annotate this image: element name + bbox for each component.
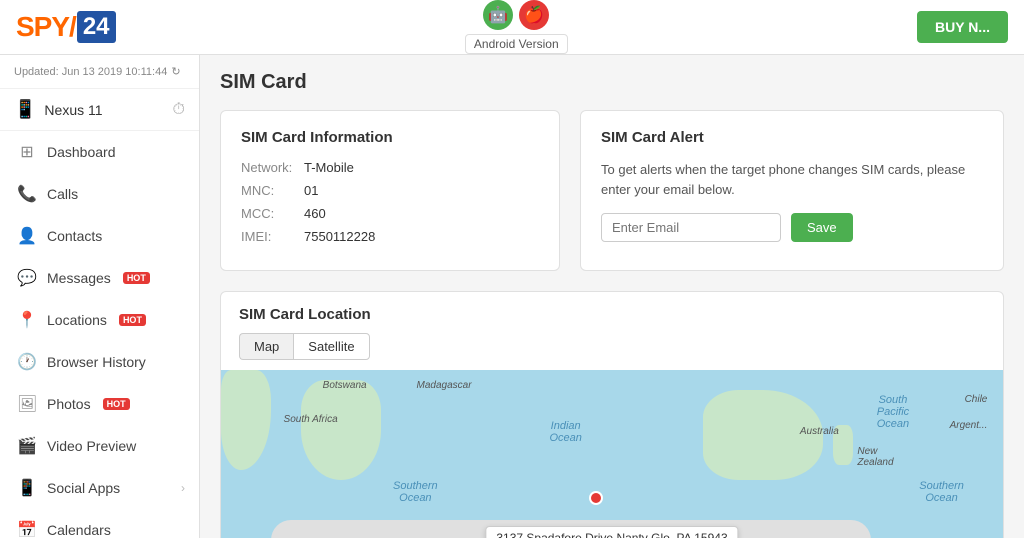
main-layout: Updated: Jun 13 2019 10:11:44 ↻ 📱 Nexus …: [0, 55, 1024, 538]
sim-info-network: Network: T-Mobile: [241, 160, 539, 175]
sim-alert-card-title: SIM Card Alert: [601, 129, 983, 146]
photos-icon: 🖼: [17, 394, 37, 414]
sidebar-item-video-preview[interactable]: 🎬 Video Preview: [0, 425, 199, 467]
argentina-text-label: Argent...: [950, 420, 988, 431]
buy-now-button[interactable]: BUY N...: [917, 11, 1008, 43]
sidebar-item-label: Social Apps: [47, 480, 120, 496]
device-row: 📱 Nexus 11 ⏱: [0, 89, 199, 131]
refresh-icon[interactable]: ↻: [171, 65, 180, 78]
sidebar-item-messages[interactable]: 💬 Messages HOT: [0, 257, 199, 299]
sidebar-header: Updated: Jun 13 2019 10:11:44 ↻: [0, 55, 199, 89]
southern-ocean-label-right: SouthernOcean: [919, 480, 964, 504]
device-icon: 📱: [14, 99, 36, 120]
mnc-label: MNC:: [241, 183, 296, 198]
new-zealand-text-label: NewZealand: [857, 446, 893, 468]
sidebar-item-contacts[interactable]: 👤 Contacts: [0, 215, 199, 257]
ios-icon[interactable]: 🍎: [519, 0, 549, 30]
network-label: Network:: [241, 160, 296, 175]
sidebar-item-locations[interactable]: 📍 Locations HOT: [0, 299, 199, 341]
sim-info-imei: IMEI: 7550112228: [241, 229, 539, 244]
sidebar-item-browser-history[interactable]: 🕐 Browser History: [0, 341, 199, 383]
sim-alert-form: Save: [601, 213, 983, 242]
sim-alert-description: To get alerts when the target phone chan…: [601, 160, 983, 199]
sidebar-updated: Updated: Jun 13 2019 10:11:44 ↻: [14, 65, 185, 78]
video-preview-icon: 🎬: [17, 436, 37, 456]
south-africa-text-label: South Africa: [284, 414, 338, 425]
content-area: SIM Card SIM Card Information Network: T…: [200, 55, 1024, 538]
map-pin: [589, 491, 603, 505]
sidebar-item-label: Browser History: [47, 354, 146, 370]
os-version-label: Android Version: [465, 34, 568, 54]
dashboard-icon: ⊞: [17, 142, 37, 162]
south-pacific-label: SouthPacificOcean: [877, 394, 909, 430]
page-title: SIM Card: [220, 71, 1004, 94]
map-tooltip: 3137 Spadafore Drive Nanty Glo, PA 15943: [485, 526, 738, 538]
sidebar-item-photos[interactable]: 🖼 Photos HOT: [0, 383, 199, 425]
map-section-title: SIM Card Location: [221, 292, 1003, 333]
chile-text-label: Chile: [965, 394, 988, 405]
mnc-value: 01: [304, 183, 318, 198]
network-value: T-Mobile: [304, 160, 354, 175]
android-icon[interactable]: 🤖: [483, 0, 513, 30]
hot-badge-messages: HOT: [123, 272, 150, 284]
imei-value: 7550112228: [304, 229, 375, 244]
sim-info-mcc: MCC: 460: [241, 206, 539, 221]
botswana-text-label: Botswana: [323, 380, 367, 391]
mcc-label: MCC:: [241, 206, 296, 221]
chevron-right-icon: ›: [181, 481, 185, 495]
social-apps-icon: 📱: [17, 478, 37, 498]
hot-badge-photos: HOT: [103, 398, 130, 410]
sidebar-item-social-apps[interactable]: 📱 Social Apps ›: [0, 467, 199, 509]
sidebar-item-label: Messages: [47, 270, 111, 286]
sim-info-mnc: MNC: 01: [241, 183, 539, 198]
sidebar: Updated: Jun 13 2019 10:11:44 ↻ 📱 Nexus …: [0, 55, 200, 538]
messages-icon: 💬: [17, 268, 37, 288]
map-section: SIM Card Location Map Satellite Indian: [220, 291, 1004, 538]
southern-ocean-label-left: SouthernOcean: [393, 480, 438, 504]
os-icons: 🤖 🍎: [483, 0, 549, 30]
logo-slash: /: [69, 11, 77, 43]
map-container: IndianOcean SouthPacificOcean SouthernOc…: [221, 370, 1003, 538]
indian-ocean-label: IndianOcean: [549, 420, 581, 444]
logo: SPY / 24: [16, 11, 116, 43]
top-bar: SPY / 24 🤖 🍎 Android Version BUY N...: [0, 0, 1024, 55]
south-america-land: [221, 370, 271, 470]
save-button[interactable]: Save: [791, 213, 853, 242]
sidebar-item-dashboard[interactable]: ⊞ Dashboard: [0, 131, 199, 173]
sidebar-item-label: Video Preview: [47, 438, 136, 454]
madagascar-text-label: Madagascar: [417, 380, 472, 391]
device-name: Nexus 11: [44, 102, 102, 118]
top-center: 🤖 🍎 Android Version: [465, 0, 568, 54]
sidebar-item-label: Calls: [47, 186, 78, 202]
sidebar-item-label: Photos: [47, 396, 91, 412]
map-controls: Map Satellite: [221, 333, 1003, 370]
map-background: IndianOcean SouthPacificOcean SouthernOc…: [221, 370, 1003, 538]
sim-info-card: SIM Card Information Network: T-Mobile M…: [220, 110, 560, 271]
satellite-view-button[interactable]: Satellite: [293, 333, 369, 360]
logo-spy-text: SPY: [16, 11, 69, 43]
sidebar-item-label: Calendars: [47, 522, 111, 538]
sidebar-item-calendars[interactable]: 📅 Calendars: [0, 509, 199, 538]
sidebar-item-calls[interactable]: 📞 Calls: [0, 173, 199, 215]
logo-24-text: 24: [77, 11, 116, 43]
sidebar-item-label: Contacts: [47, 228, 102, 244]
email-input[interactable]: [601, 213, 781, 242]
browser-history-icon: 🕐: [17, 352, 37, 372]
map-view-button[interactable]: Map: [239, 333, 293, 360]
calendars-icon: 📅: [17, 520, 37, 538]
locations-icon: 📍: [17, 310, 37, 330]
mcc-value: 460: [304, 206, 326, 221]
sidebar-item-label: Locations: [47, 312, 107, 328]
clock-icon: ⏱: [173, 101, 185, 119]
sidebar-item-label: Dashboard: [47, 144, 116, 160]
imei-label: IMEI:: [241, 229, 296, 244]
calls-icon: 📞: [17, 184, 37, 204]
sim-alert-card: SIM Card Alert To get alerts when the ta…: [580, 110, 1004, 271]
sim-info-card-title: SIM Card Information: [241, 129, 539, 146]
australia-text-label: Australia: [800, 426, 839, 437]
contacts-icon: 👤: [17, 226, 37, 246]
cards-row: SIM Card Information Network: T-Mobile M…: [220, 110, 1004, 271]
hot-badge-locations: HOT: [119, 314, 146, 326]
africa-land: [301, 380, 381, 480]
